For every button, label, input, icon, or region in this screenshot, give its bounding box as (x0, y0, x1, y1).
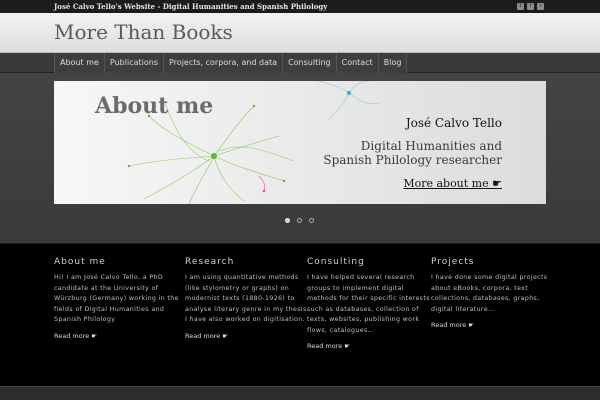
column-projects: Projects I have done some digital projec… (431, 257, 556, 329)
column-about: About me Hi! I am José Calvo Tello, a Ph… (54, 257, 179, 340)
slider-stage: About me José Calvo Tello Digital Humani… (0, 73, 600, 243)
column-heading: Projects (431, 257, 475, 267)
slider-dots (285, 218, 314, 223)
social-icons: t f r (517, 3, 544, 10)
nav-item-contact[interactable]: Contact (335, 53, 378, 73)
slide-title: About me (95, 93, 214, 119)
column-text: I am using quantitative methods (like st… (185, 274, 309, 323)
slider-dot-2[interactable] (297, 218, 302, 223)
more-about-me-link[interactable]: More about me ☛ (403, 177, 502, 190)
footer (0, 386, 600, 400)
rss-icon[interactable]: r (537, 3, 544, 10)
column-heading: Research (185, 257, 235, 267)
nav-item-consulting[interactable]: Consulting (282, 53, 336, 73)
column-text: Hi! I am José Calvo Tello, a PhD candida… (54, 274, 179, 323)
read-more-link[interactable]: Read more ☛ (307, 342, 432, 350)
facebook-icon[interactable]: f (527, 3, 534, 10)
slide-role-line2: Spanish Philology researcher (323, 153, 502, 167)
slider-dot-1[interactable] (285, 218, 290, 223)
site-title[interactable]: More Than Books (54, 20, 233, 44)
site-description: José Calvo Tello's Website - Digital Hum… (54, 2, 328, 11)
column-consulting: Consulting I have helped several researc… (307, 257, 432, 350)
content-strip: About me Hi! I am José Calvo Tello, a Ph… (0, 243, 600, 386)
top-bar: José Calvo Tello's Website - Digital Hum… (0, 0, 600, 13)
site-header: More Than Books (0, 13, 600, 53)
read-more-link[interactable]: Read more ☛ (54, 332, 179, 340)
nav-item-publications[interactable]: Publications (103, 53, 163, 73)
nav-item-projects[interactable]: Projects, corpora, and data (163, 53, 283, 73)
column-text: I have helped several research groups to… (307, 274, 430, 334)
slide[interactable]: About me José Calvo Tello Digital Humani… (54, 81, 546, 204)
slide-name: José Calvo Tello (405, 116, 502, 130)
read-more-link[interactable]: Read more ☛ (185, 332, 310, 340)
twitter-icon[interactable]: t (517, 3, 524, 10)
column-text: I have done some digital projects about … (431, 274, 548, 313)
column-heading: Consulting (307, 257, 365, 267)
column-research: Research I am using quantitative methods… (185, 257, 310, 340)
main-nav: About me Publications Projects, corpora,… (0, 53, 600, 73)
slide-role-line1: Digital Humanities and (360, 139, 502, 153)
nav-menu: About me Publications Projects, corpora,… (54, 53, 408, 73)
column-heading: About me (54, 257, 106, 267)
nav-item-blog[interactable]: Blog (377, 53, 408, 73)
read-more-link[interactable]: Read more ☛ (431, 321, 556, 329)
nav-item-about[interactable]: About me (54, 53, 104, 73)
slider-dot-3[interactable] (309, 218, 314, 223)
